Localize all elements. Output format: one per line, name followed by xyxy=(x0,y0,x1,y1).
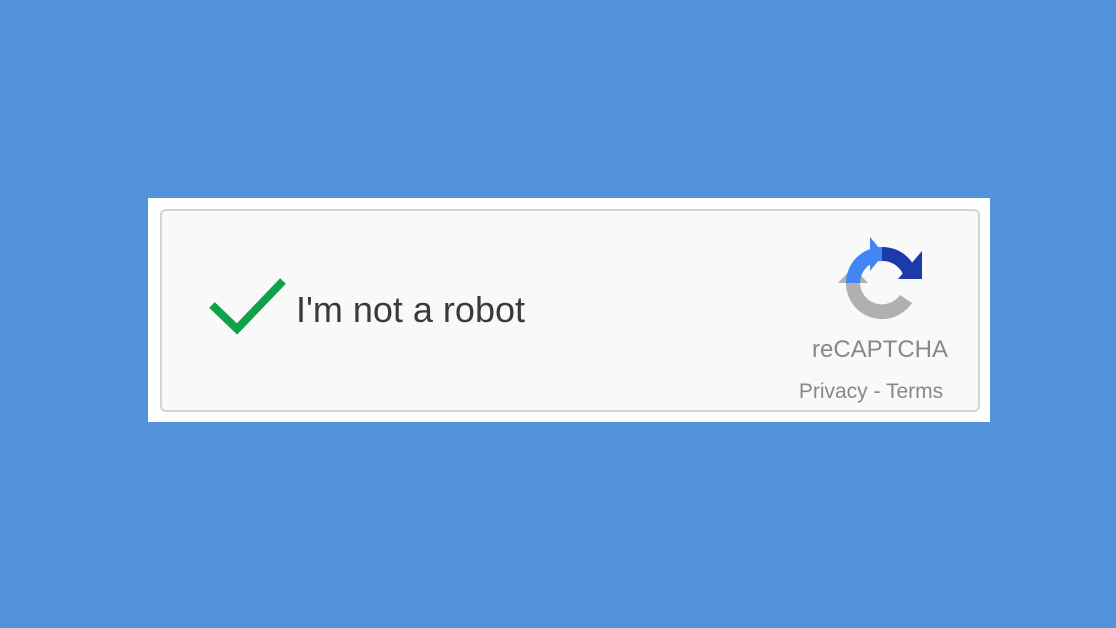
links-separator: - xyxy=(867,380,886,403)
recaptcha-brand: reCAPTCHA xyxy=(811,336,949,363)
footer-links: Privacy - Terms xyxy=(756,380,986,404)
checkmark-icon[interactable] xyxy=(207,275,289,339)
recaptcha-widget: I'm not a robot reCAPTCHA Privacy - Term… xyxy=(160,209,980,412)
terms-link[interactable]: Terms xyxy=(886,380,943,403)
recaptcha-logo-icon xyxy=(838,237,922,320)
privacy-link[interactable]: Privacy xyxy=(799,380,868,403)
not-a-robot-label[interactable]: I'm not a robot xyxy=(296,290,525,330)
recaptcha-frame: I'm not a robot reCAPTCHA Privacy - Term… xyxy=(148,198,990,422)
